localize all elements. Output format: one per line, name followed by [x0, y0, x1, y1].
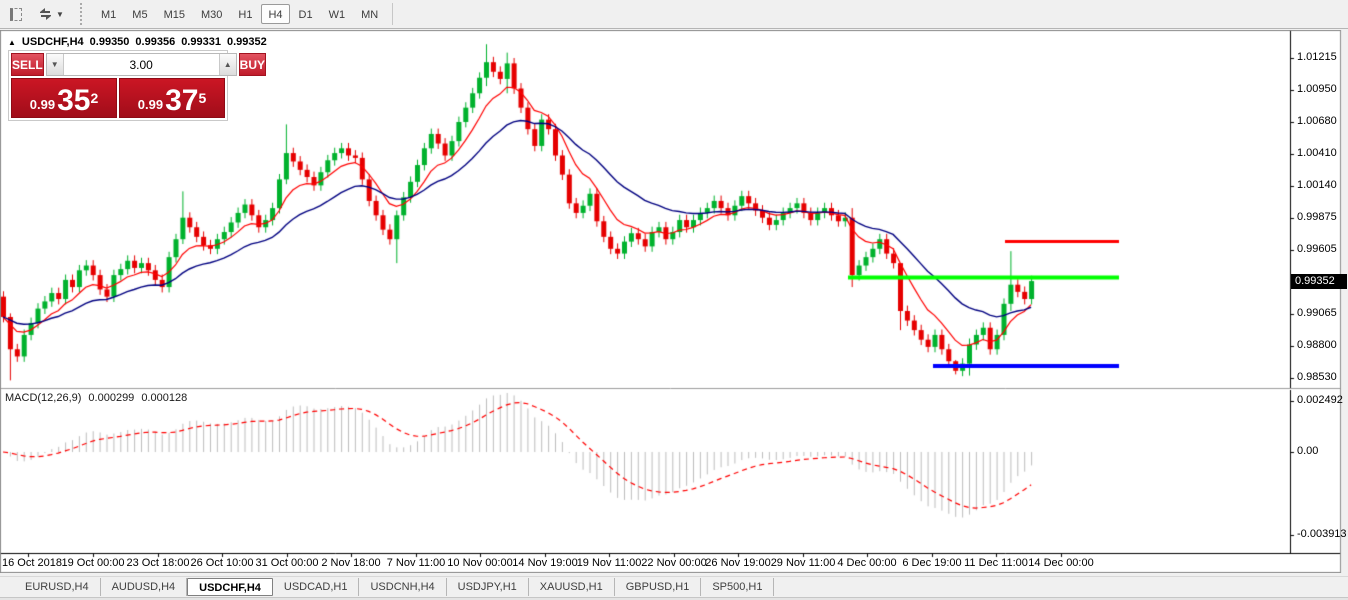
time-axis-label: 29 Nov 11:00 [771, 557, 836, 569]
time-axis-label: 6 Dec 19:00 [902, 557, 961, 569]
time-axis-label: 10 Nov 00:00 [447, 557, 512, 569]
sort-arrows-icon [38, 7, 53, 21]
buy-price-prefix: 0.99 [138, 95, 163, 115]
time-axis-label: 7 Nov 11:00 [387, 557, 446, 569]
buy-price-big: 37 [165, 87, 198, 115]
price-axis-label: 1.00950 [1297, 83, 1337, 95]
time-axis-label: 4 Dec 00:00 [837, 557, 896, 569]
time-axis-label: 26 Oct 10:00 [191, 557, 254, 569]
macd-axis-label: 0.002492 [1297, 394, 1343, 406]
timeframe-button-h1[interactable]: H1 [231, 4, 259, 24]
macd-indicator-label: MACD(12,26,9) 0.000299 0.000128 [5, 392, 187, 404]
chart-tab-usdjpy[interactable]: USDJPY,H1 [447, 578, 529, 596]
time-axis-label: 2 Nov 18:00 [321, 557, 380, 569]
one-click-trading-panel: SELL ▼ ▲ BUY 0.99 35 2 0.99 37 5 [8, 50, 228, 121]
price-axis-label: 1.00680 [1297, 115, 1337, 127]
ohlc-high: 0.99356 [135, 36, 175, 48]
timeframe-button-mn[interactable]: MN [354, 4, 385, 24]
current-price-tag: 0.99352 [1291, 274, 1347, 289]
toolbar-grip[interactable] [80, 3, 87, 25]
timeframe-buttons: M1M5M15M30H1H4D1W1MN [93, 0, 386, 29]
sell-price-button[interactable]: 0.99 35 2 [11, 78, 117, 118]
chart-tab-sp500[interactable]: SP500,H1 [701, 578, 774, 596]
chart-tab-gbpusd[interactable]: GBPUSD,H1 [615, 578, 702, 596]
macd-signal-value: 0.000128 [141, 392, 187, 404]
chart-tab-xauusd[interactable]: XAUUSD,H1 [529, 578, 615, 596]
macd-value: 0.000299 [88, 392, 134, 404]
symbol-ohlc-line: ▲ USDCHF,H4 0.99350 0.99356 0.99331 0.99… [8, 36, 267, 48]
collapse-panel-icon[interactable]: ▲ [8, 38, 16, 47]
price-axis-label: 0.98800 [1297, 339, 1337, 351]
timeframe-button-d1[interactable]: D1 [292, 4, 320, 24]
macd-name: MACD(12,26,9) [5, 392, 81, 404]
price-axis-label: 1.01215 [1297, 51, 1337, 63]
time-axis-label: 22 Nov 00:00 [641, 557, 706, 569]
timeframe-button-w1[interactable]: W1 [322, 4, 353, 24]
price-axis-label: 1.00410 [1297, 147, 1337, 159]
buy-button[interactable]: BUY [239, 53, 266, 76]
volume-input[interactable] [64, 54, 219, 75]
macd-axis-label: 0.00 [1297, 445, 1318, 457]
ohlc-low: 0.99331 [181, 36, 221, 48]
price-axis-label: 0.99875 [1297, 211, 1337, 223]
sell-button[interactable]: SELL [11, 53, 44, 76]
price-axis-label: 0.98530 [1297, 371, 1337, 383]
price-axis-label: 0.99605 [1297, 243, 1337, 255]
chart-shift-button[interactable] [4, 3, 28, 25]
time-axis-label: 31 Oct 00:00 [256, 557, 319, 569]
toolbar-separator [392, 3, 393, 25]
ohlc-open: 0.99350 [90, 36, 130, 48]
timeframe-button-m15[interactable]: M15 [157, 4, 192, 24]
time-axis-label: 14 Nov 19:00 [512, 557, 577, 569]
time-axis-label: 23 Oct 18:00 [127, 557, 190, 569]
time-axis-label: 14 Dec 00:00 [1028, 557, 1093, 569]
chart-toolbar: ▼ M1M5M15M30H1H4D1W1MN [0, 0, 1348, 29]
chart-tab-eurusd[interactable]: EURUSD,H4 [14, 578, 101, 596]
time-axis-label: 26 Nov 19:00 [705, 557, 770, 569]
sell-price-prefix: 0.99 [30, 95, 55, 115]
chart-tab-audusd[interactable]: AUDUSD,H4 [101, 578, 188, 596]
macd-axis-label: -0.003913 [1297, 528, 1347, 540]
volume-decrease-icon[interactable]: ▼ [47, 54, 64, 75]
timeframe-button-m30[interactable]: M30 [194, 4, 229, 24]
time-axis-label: 16 Oct 2018 [2, 557, 62, 569]
volume-increase-icon[interactable]: ▲ [219, 54, 236, 75]
timeframe-button-m5[interactable]: M5 [125, 4, 154, 24]
chart-tab-usdcad[interactable]: USDCAD,H1 [273, 578, 360, 596]
time-axis-label: 11 Dec 11:00 [964, 557, 1028, 569]
time-axis-label: 19 Nov 11:00 [577, 557, 642, 569]
volume-stepper: ▼ ▲ [46, 53, 237, 76]
symbol-name: USDCHF,H4 [22, 36, 84, 48]
chart-tabs-bar: EURUSD,H4AUDUSD,H4USDCHF,H4USDCAD,H1USDC… [0, 576, 1348, 597]
timeframe-button-m1[interactable]: M1 [94, 4, 123, 24]
time-axis-label: 19 Oct 00:00 [62, 557, 125, 569]
chart-shift-icon [10, 8, 22, 21]
ohlc-close: 0.99352 [227, 36, 267, 48]
terminal-window: ▼ M1M5M15M30H1H4D1W1MN ▲ USDCHF,H4 0.993… [0, 0, 1348, 600]
dropdown-caret-icon: ▼ [56, 10, 64, 19]
chart-tab-usdchf[interactable]: USDCHF,H4 [187, 578, 273, 596]
timeframe-button-h4[interactable]: H4 [261, 4, 289, 24]
buy-price-pipette: 5 [198, 79, 206, 117]
price-axis-label: 1.00140 [1297, 179, 1337, 191]
buy-price-button[interactable]: 0.99 37 5 [119, 78, 225, 118]
chart-tab-usdcnh[interactable]: USDCNH,H4 [359, 578, 446, 596]
sell-price-pipette: 2 [90, 79, 98, 117]
price-axis-label: 0.99065 [1297, 307, 1337, 319]
arrange-charts-button[interactable]: ▼ [32, 3, 70, 25]
sell-price-big: 35 [57, 87, 90, 115]
